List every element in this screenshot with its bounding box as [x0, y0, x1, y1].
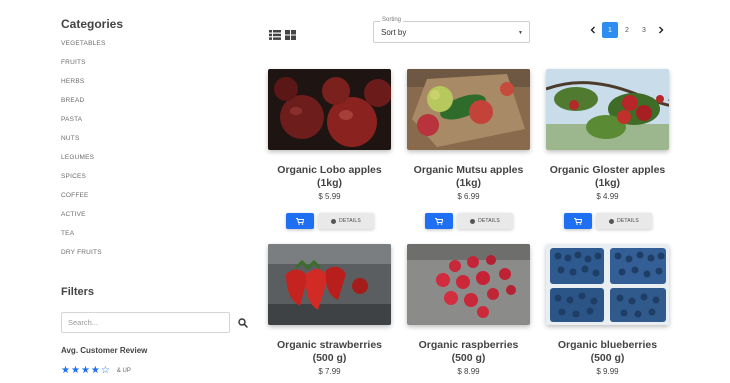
chevron-right-icon[interactable]: [653, 22, 669, 38]
category-item-tea[interactable]: TEA: [61, 228, 106, 247]
product-price: $ 5.99: [318, 192, 341, 201]
product-weight: (1kg): [316, 177, 343, 189]
info-icon: [470, 218, 476, 224]
details-label: DETAILS: [339, 218, 361, 224]
details-label: DETAILS: [617, 218, 639, 224]
details-button[interactable]: DETAILS: [457, 213, 513, 229]
product-name: Organic raspberries: [418, 339, 519, 351]
product-price: $ 7.99: [318, 367, 341, 376]
grid-view-icon[interactable]: [285, 27, 296, 45]
product-price: $ 9.99: [596, 367, 619, 376]
review-filter-title: Avg. Customer Review: [61, 346, 148, 355]
category-item-bread[interactable]: BREAD: [61, 95, 106, 114]
category-item-nuts[interactable]: NUTS: [61, 133, 106, 152]
product-weight: (1kg): [455, 177, 482, 189]
category-item-legumes[interactable]: LEGUMES: [61, 152, 106, 171]
category-list: VEGETABLES FRUITS HERBS BREAD PASTA NUTS…: [61, 38, 106, 266]
category-item-dry-fruits[interactable]: DRY FRUITS: [61, 247, 106, 266]
add-to-cart-button[interactable]: [425, 213, 453, 229]
chevron-left-icon[interactable]: [585, 22, 601, 38]
details-label: DETAILS: [478, 218, 500, 224]
info-icon: [609, 218, 615, 224]
product-name: Organic Mutsu apples: [413, 164, 524, 176]
product-price: $ 4.99: [596, 192, 619, 201]
product-weight: (1kg): [594, 177, 621, 189]
search-icon[interactable]: [237, 316, 249, 328]
category-item-herbs[interactable]: HERBS: [61, 76, 106, 95]
categories-title: Categories: [61, 17, 124, 31]
rating-filter[interactable]: ★ ★ ★ ★ ☆ & UP: [61, 366, 131, 376]
product-price: $ 8.99: [457, 367, 480, 376]
view-toggle: [269, 27, 296, 45]
caret-down-icon: ▼: [518, 30, 523, 36]
cart-icon: [435, 212, 444, 230]
sort-select[interactable]: Sorting Sort by ▼: [373, 17, 530, 43]
sort-value: Sort by: [381, 28, 407, 37]
product-image[interactable]: [407, 244, 530, 325]
category-item-coffee[interactable]: COFFEE: [61, 190, 106, 209]
product-image[interactable]: [407, 69, 530, 150]
category-item-active[interactable]: ACTIVE: [61, 209, 106, 228]
category-item-spices[interactable]: SPICES: [61, 171, 106, 190]
product-weight: (500 g): [590, 352, 625, 364]
page-3-button[interactable]: 3: [636, 22, 652, 38]
details-button[interactable]: DETAILS: [596, 213, 652, 229]
category-item-fruits[interactable]: FRUITS: [61, 57, 106, 76]
add-to-cart-button[interactable]: [564, 213, 592, 229]
star-filled-icon: ★: [90, 365, 100, 376]
rating-suffix: & UP: [116, 368, 131, 374]
product-image[interactable]: [268, 69, 391, 150]
star-filled-icon: ★: [80, 365, 90, 376]
cart-icon: [574, 212, 583, 230]
page-1-button[interactable]: 1: [602, 22, 618, 38]
star-filled-icon: ★: [61, 365, 70, 376]
pagination: 1 2 3: [585, 22, 670, 38]
product-name: Organic Lobo apples: [277, 164, 382, 176]
product-image[interactable]: [268, 244, 391, 325]
star-filled-icon: ★: [70, 365, 80, 376]
details-button[interactable]: DETAILS: [318, 213, 374, 229]
product-image[interactable]: [546, 69, 669, 150]
product-name: Organic strawberries: [276, 339, 383, 351]
list-view-icon[interactable]: [269, 27, 281, 45]
product-name: Organic blueberries: [557, 339, 658, 351]
product-price: $ 6.99: [457, 192, 480, 201]
category-item-vegetables[interactable]: VEGETABLES: [61, 38, 106, 57]
page-2-button[interactable]: 2: [619, 22, 635, 38]
search-input[interactable]: [61, 312, 230, 333]
product-image[interactable]: [546, 244, 669, 325]
sort-label: Sorting: [380, 17, 404, 23]
product-weight: (500 g): [451, 352, 486, 364]
product-weight: (500 g): [312, 352, 347, 364]
category-item-pasta[interactable]: PASTA: [61, 114, 106, 133]
star-empty-icon: ☆: [100, 365, 110, 376]
filters-title: Filters: [61, 286, 95, 298]
cart-icon: [296, 212, 305, 230]
add-to-cart-button[interactable]: [286, 213, 314, 229]
info-icon: [331, 218, 337, 224]
product-name: Organic Gloster apples: [549, 164, 666, 176]
